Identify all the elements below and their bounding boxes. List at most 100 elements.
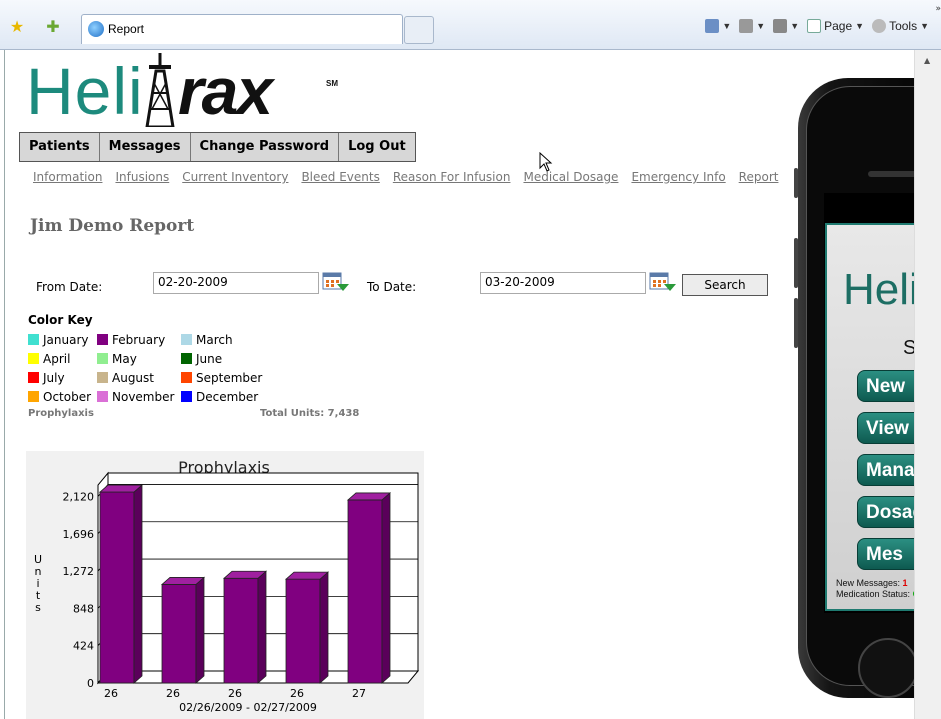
color-key-label: July [43,370,65,385]
color-key-item: February [97,331,181,348]
bar-side [195,576,205,684]
x-tick-label: 26 [104,687,118,700]
nav-messages[interactable]: Messages [100,133,191,161]
gear-icon [872,19,887,33]
nav-log-out[interactable]: Log Out [339,133,415,161]
color-key-item: July [28,369,97,386]
page-left-border [4,50,5,719]
color-key-item: January [28,331,97,348]
color-swatch [97,353,108,364]
y-tick-label: 848 [73,602,94,615]
nav-change-password[interactable]: Change Password [191,133,340,161]
subnav-reason-for-infusion[interactable]: Reason For Infusion [393,170,511,184]
vertical-scrollbar[interactable]: ▲ [914,50,941,719]
more-commands-chevron[interactable]: » [935,4,941,14]
phone-new-messages: New Messages: 1 [836,578,908,588]
subnav-information[interactable]: Information [33,170,102,184]
color-key-label: April [43,351,71,366]
color-swatch [181,391,192,402]
feeds-icon [739,19,754,33]
subnav-infusions[interactable]: Infusions [115,170,169,184]
color-key-label: February [112,332,166,347]
phone-med-status: Medication Status: OK [836,589,926,599]
bar-side [319,571,329,684]
color-key-label: May [112,351,137,366]
color-swatch [28,334,39,345]
bar-side [133,484,143,684]
bar-side [381,492,391,684]
nav-patients[interactable]: Patients [20,133,100,161]
to-date-input[interactable]: 03-20-2009 [480,272,646,294]
y-tick-label: 424 [73,640,94,653]
phone-home-button-icon [858,638,918,698]
summary-label: Prophylaxis [28,408,94,419]
to-calendar-icon[interactable] [649,272,677,294]
add-favorites-icon[interactable]: ✚ [44,18,62,36]
logo-heli-text: Heli [26,54,144,128]
y-tick-label: 1,696 [63,528,95,541]
ie-page-icon [88,21,104,37]
page-menu-button[interactable]: Page ▼ [807,19,864,33]
color-key-item: May [97,350,181,367]
command-buttons: ▼ ▼ ▼ Page ▼ Tools ▼ [705,19,929,33]
home-button[interactable]: ▼ [705,19,731,33]
bar-top [284,571,330,580]
y-tick-label: 1,272 [63,565,95,578]
y-tick-label: 0 [87,677,94,690]
mouse-cursor-icon [539,152,553,172]
x-axis-label: 02/26/2009 - 02/27/2009 [179,701,317,714]
color-key-item: April [28,350,97,367]
from-calendar-icon[interactable] [322,272,350,294]
color-key-item: June [181,350,301,367]
phone-button-icon [794,168,798,198]
bar-top [346,492,392,501]
color-swatch [28,391,39,402]
from-date-label: From Date: [36,280,103,294]
color-swatch [181,372,192,383]
bar-top [98,484,144,493]
color-key-label: November [112,389,175,404]
subnav-emergency-info[interactable]: Emergency Info [631,170,725,184]
y-tick-label: 2,120 [63,490,95,503]
subnav-bleed-events[interactable]: Bleed Events [301,170,379,184]
new-tab-button[interactable] [404,16,434,44]
color-swatch [28,353,39,364]
color-swatch [181,334,192,345]
bar [347,499,383,684]
print-button[interactable]: ▼ [773,19,799,33]
bar [99,491,135,684]
feeds-button[interactable]: ▼ [739,19,765,33]
favorites-star-icon[interactable]: ★ [8,18,26,36]
scroll-up-arrow-icon[interactable]: ▲ [924,56,930,65]
subnav-current-inventory[interactable]: Current Inventory [182,170,288,184]
color-key-item: December [181,388,301,405]
main-nav: Patients Messages Change Password Log Ou… [19,132,416,162]
browser-tab[interactable]: Report [81,14,403,44]
to-date-label: To Date: [367,280,417,294]
x-tick-label: 26 [290,687,304,700]
color-key-label: March [196,332,233,347]
color-key-title: Color Key [28,313,93,327]
bar-side [257,570,267,684]
color-key-item: August [97,369,181,386]
color-key-grid: January February March April May June July Augu… [28,331,301,405]
tools-menu-button[interactable]: Tools ▼ [872,19,929,33]
color-key-label: June [196,351,223,366]
color-key-item: November [97,388,181,405]
phone-logo-text: Heli [843,265,919,314]
color-key-item: October [28,388,97,405]
bar [285,578,321,684]
sub-nav: Information Infusions Current Inventory … [33,170,778,184]
logo-trax-text: rax [178,54,273,128]
subnav-medical-dosage[interactable]: Medical Dosage [523,170,618,184]
from-date-input[interactable]: 02-20-2009 [153,272,319,294]
x-tick-label: 26 [166,687,180,700]
color-key-item: September [181,369,301,386]
logo-sm-mark: SM [326,79,338,88]
subnav-report[interactable]: Report [739,170,779,184]
color-swatch [97,372,108,383]
bar-top [160,577,206,585]
search-button[interactable]: Search [682,274,768,296]
y-axis-label: s [35,601,41,614]
color-key-label: September [196,370,263,385]
